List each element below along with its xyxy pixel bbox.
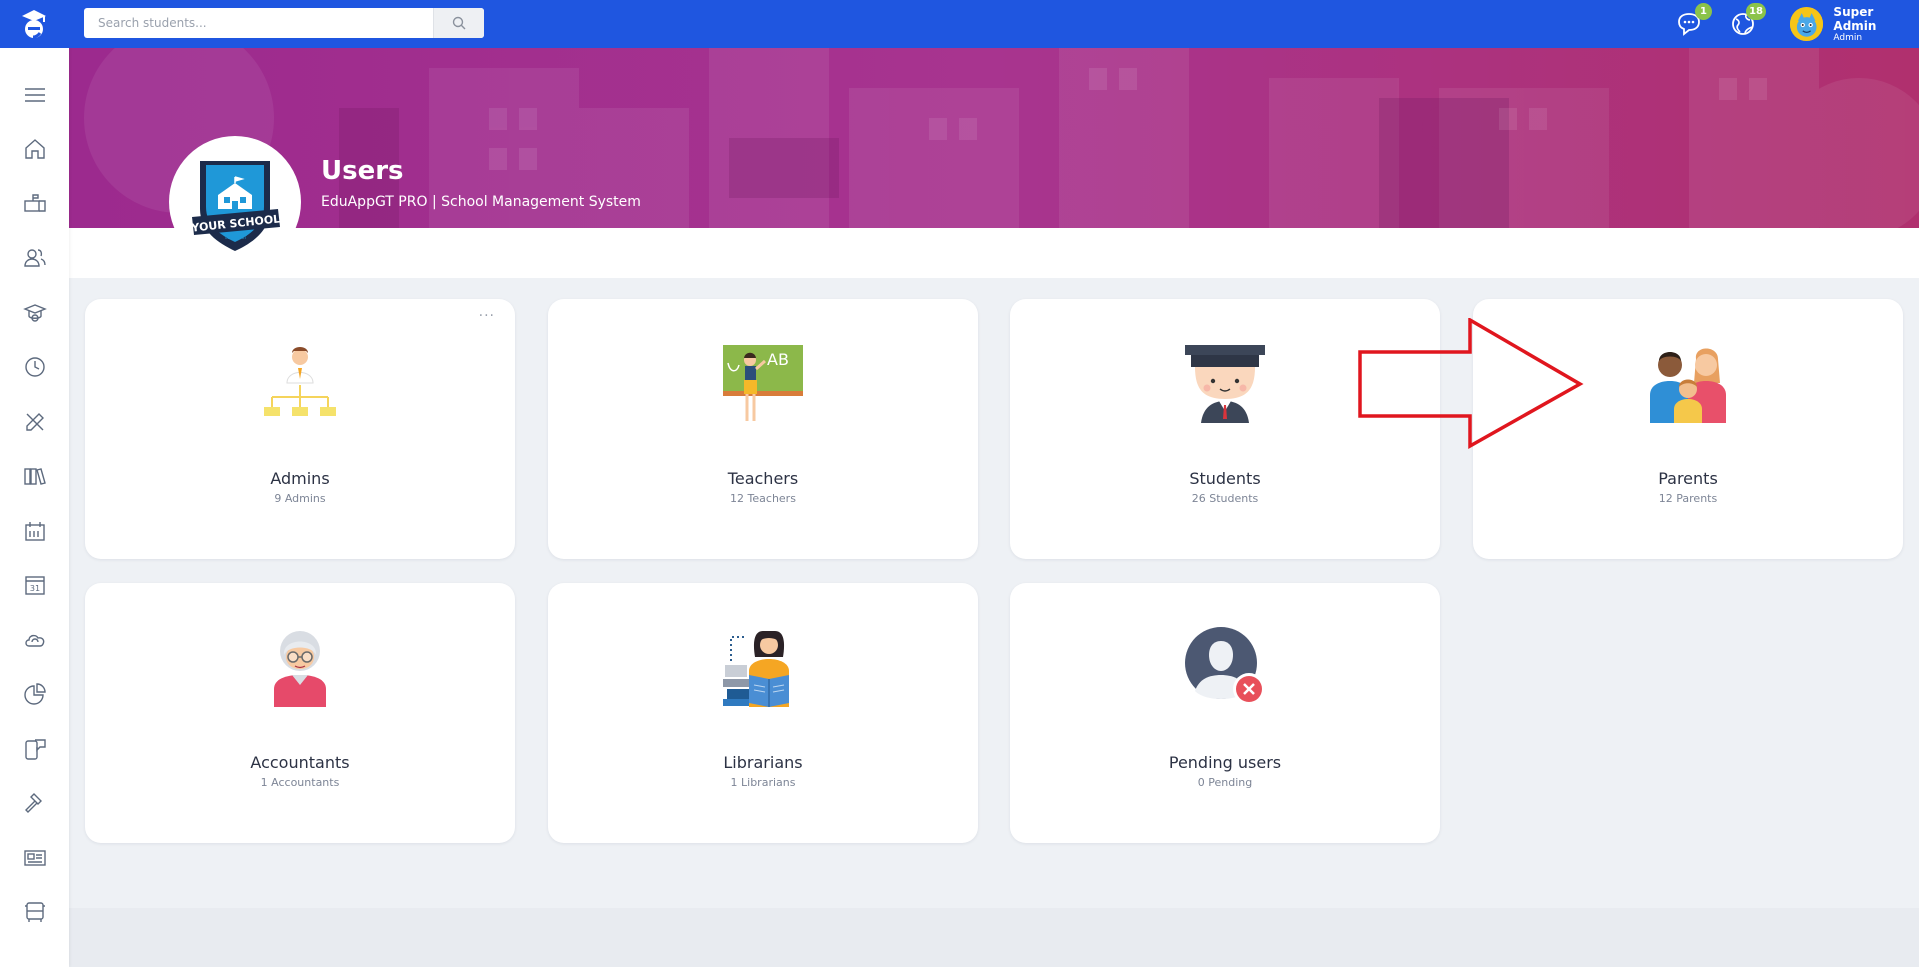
- pending-users-card[interactable]: Pending users 0 Pending: [1010, 583, 1440, 843]
- calendar-icon: 31: [25, 576, 45, 595]
- card-count: 1 Librarians: [730, 776, 796, 789]
- card-title: Students: [1189, 469, 1261, 488]
- notifications-button[interactable]: 18: [1729, 3, 1766, 40]
- notifications-badge: 18: [1746, 3, 1766, 20]
- card-title: Teachers: [727, 469, 799, 488]
- library-icon: [24, 468, 46, 485]
- search-button[interactable]: [433, 8, 484, 38]
- mobile-chat-icon: [25, 739, 46, 760]
- attendance-icon: [25, 522, 45, 541]
- top-bar: 1 18 Super Admin Admin: [0, 0, 1919, 48]
- card-count: 9 Admins: [274, 492, 326, 505]
- accountants-illustration: [274, 631, 326, 707]
- pencil-ruler-icon: [26, 413, 44, 431]
- card-title: Accountants: [250, 753, 350, 772]
- sidebar-item-schedule[interactable]: [22, 354, 48, 380]
- sidebar-item-students[interactable]: [22, 300, 48, 326]
- bus-icon: [25, 902, 45, 922]
- card-count: 12 Teachers: [730, 492, 796, 505]
- messages-button[interactable]: 1: [1675, 3, 1712, 40]
- sidebar-item-calendar[interactable]: 31: [22, 572, 48, 598]
- students-illustration: [1185, 345, 1265, 423]
- svg-text:AB: AB: [767, 350, 789, 369]
- sidebar-item-home[interactable]: [22, 136, 48, 162]
- teachers-card[interactable]: AB Teachers 12 Teachers: [548, 299, 978, 559]
- sidebar-item-backup[interactable]: [22, 627, 48, 653]
- school-logo: YOUR SCHOOL EDUAPPGT: [169, 136, 301, 268]
- card-count: 0 Pending: [1197, 776, 1253, 789]
- card-count: 1 Accountants: [260, 776, 340, 789]
- sidebar-item-library[interactable]: [22, 463, 48, 489]
- teachers-illustration: AB: [723, 345, 803, 421]
- librarians-card[interactable]: Librarians 1 Librarians: [548, 583, 978, 843]
- annotation-arrow-icon: [1358, 318, 1584, 449]
- clock-icon: [25, 357, 45, 377]
- card-title: Parents: [1658, 469, 1718, 488]
- user-menu[interactable]: Super Admin Admin: [1790, 4, 1919, 43]
- svg-text:31: 31: [30, 584, 40, 593]
- footer-band: [69, 908, 1919, 967]
- librarians-illustration: [723, 631, 789, 707]
- admins-illustration: [264, 347, 336, 416]
- sidebar: 31: [0, 48, 69, 967]
- pending-users-illustration: [1185, 627, 1265, 705]
- pie-chart-icon: [24, 683, 46, 705]
- card-title: Pending users: [1168, 753, 1282, 772]
- mailbox-icon: [24, 194, 46, 212]
- sidebar-item-reports[interactable]: [22, 681, 48, 707]
- news-icon: [24, 850, 46, 866]
- card-options-menu[interactable]: ···: [479, 309, 495, 323]
- parents-illustration: [1650, 348, 1726, 423]
- sidebar-menu-toggle[interactable]: [22, 82, 48, 108]
- home-icon: [25, 139, 45, 159]
- avatar-icon: [1790, 7, 1824, 41]
- search-icon: [452, 16, 466, 30]
- menu-icon: [25, 88, 45, 102]
- sidebar-item-messages[interactable]: [22, 736, 48, 762]
- page-subtitle: EduAppGT PRO | School Management System: [321, 194, 641, 210]
- sidebar-item-polls[interactable]: [22, 790, 48, 816]
- card-title: Admins: [270, 469, 330, 488]
- sidebar-item-attendance[interactable]: [22, 518, 48, 544]
- admins-card[interactable]: ··· Admins 9 Admins: [85, 299, 515, 559]
- users-icon: [24, 249, 46, 267]
- sidebar-item-users[interactable]: [22, 245, 48, 271]
- card-count: 12 Parents: [1658, 492, 1718, 505]
- graduation-cap-icon: [23, 304, 47, 322]
- gavel-icon: [25, 793, 42, 813]
- search-input[interactable]: [84, 8, 434, 38]
- user-role: Admin: [1833, 32, 1863, 43]
- cloud-sync-icon: [25, 634, 45, 647]
- search-box: [84, 8, 484, 38]
- user-name: Super Admin: [1833, 4, 1877, 33]
- page-title: Users: [321, 156, 404, 186]
- card-title: Librarians: [723, 753, 803, 772]
- sidebar-item-mailbox[interactable]: [22, 191, 48, 217]
- header-strip: [69, 228, 1919, 278]
- messages-badge: 1: [1695, 3, 1712, 20]
- sidebar-item-subjects[interactable]: [22, 409, 48, 435]
- card-count: 26 Students: [1191, 492, 1259, 505]
- svg-text:EDUAPPGT: EDUAPPGT: [225, 235, 247, 240]
- sidebar-item-news[interactable]: [22, 845, 48, 871]
- eduapp-logo-icon[interactable]: [19, 8, 49, 40]
- sidebar-item-transport[interactable]: [22, 899, 48, 925]
- accountants-card[interactable]: Accountants 1 Accountants: [85, 583, 515, 843]
